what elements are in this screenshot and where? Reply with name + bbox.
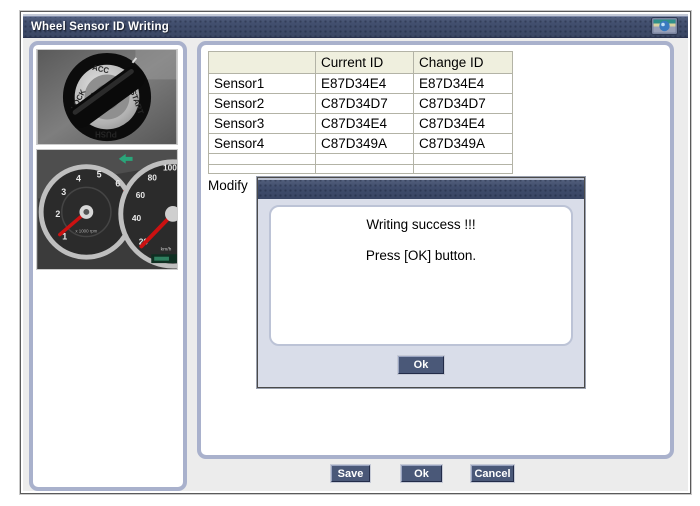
sensor-id-table: Current ID Change ID Sensor1 E87D34E4 E8… — [208, 51, 513, 174]
ignition-push-label: PUSH — [95, 129, 117, 138]
cancel-button[interactable]: Cancel — [471, 465, 514, 482]
sensor2-current-id: C87D34D7 — [316, 94, 414, 114]
dialog-message-line1: Writing success !!! — [271, 217, 571, 232]
sensor2-label: Sensor2 — [209, 94, 316, 114]
svg-text:4: 4 — [76, 173, 81, 183]
svg-text:5: 5 — [97, 170, 102, 180]
ignition-key-photo: LOCK ACC START PUSH — [36, 49, 178, 145]
window-titlebar: Wheel Sensor ID Writing — [23, 14, 688, 38]
save-button[interactable]: Save — [331, 465, 370, 482]
sensor3-label: Sensor3 — [209, 114, 316, 134]
svg-text:2: 2 — [55, 209, 60, 219]
sensor1-change-id[interactable]: E87D34E4 — [414, 74, 513, 94]
speedometer-unit-label: km/h — [161, 246, 172, 252]
svg-text:60: 60 — [136, 190, 146, 200]
header-blank — [209, 52, 316, 74]
dialog-message-box: Writing success !!! Press [OK] button. — [269, 205, 573, 346]
table-empty-row — [209, 154, 513, 165]
sensor2-change-id[interactable]: C87D34D7 — [414, 94, 513, 114]
table-row-sensor2[interactable]: Sensor2 C87D34D7 C87D34D7 — [209, 94, 513, 114]
svg-text:100: 100 — [163, 163, 177, 173]
ok-button[interactable]: Ok — [401, 465, 442, 482]
table-row-sensor4[interactable]: Sensor4 C87D349A C87D349A — [209, 134, 513, 154]
table-empty-row — [209, 165, 513, 174]
svg-text:6: 6 — [115, 178, 120, 188]
svg-text:3: 3 — [61, 187, 66, 197]
left-image-panel: LOCK ACC START PUSH 1 2 — [29, 41, 187, 491]
table-row-sensor3[interactable]: Sensor3 C87D34E4 C87D34E4 — [209, 114, 513, 134]
sensor3-change-id[interactable]: C87D34E4 — [414, 114, 513, 134]
svg-text:40: 40 — [132, 213, 142, 223]
screenshot-camera-icon[interactable] — [651, 17, 678, 35]
sensor1-current-id: E87D34E4 — [316, 74, 414, 94]
dialog-titlebar — [258, 178, 584, 199]
header-current-id: Current ID — [316, 52, 414, 74]
table-header-row: Current ID Change ID — [209, 52, 513, 74]
svg-text:80: 80 — [148, 172, 158, 182]
dialog-ok-button[interactable]: Ok — [398, 356, 444, 374]
table-row-sensor1[interactable]: Sensor1 E87D34E4 E87D34E4 — [209, 74, 513, 94]
window-title: Wheel Sensor ID Writing — [31, 21, 169, 33]
wheel-sensor-id-writing-window: Wheel Sensor ID Writing — [20, 11, 691, 494]
sensor4-current-id: C87D349A — [316, 134, 414, 154]
writing-success-dialog: Writing success !!! Press [OK] button. O… — [257, 177, 585, 388]
dashboard-gauges-photo: 1 2 3 4 5 6 x 1000 rpm 20 40 — [36, 149, 178, 270]
tachometer-unit-label: x 1000 rpm — [75, 229, 97, 234]
dialog-message-line2: Press [OK] button. — [271, 248, 571, 263]
sensor4-change-id[interactable]: C87D349A — [414, 134, 513, 154]
sensor1-label: Sensor1 — [209, 74, 316, 94]
sensor4-label: Sensor4 — [209, 134, 316, 154]
modify-label: Modify — [208, 178, 248, 193]
header-change-id: Change ID — [414, 52, 513, 74]
sensor3-current-id: C87D34E4 — [316, 114, 414, 134]
